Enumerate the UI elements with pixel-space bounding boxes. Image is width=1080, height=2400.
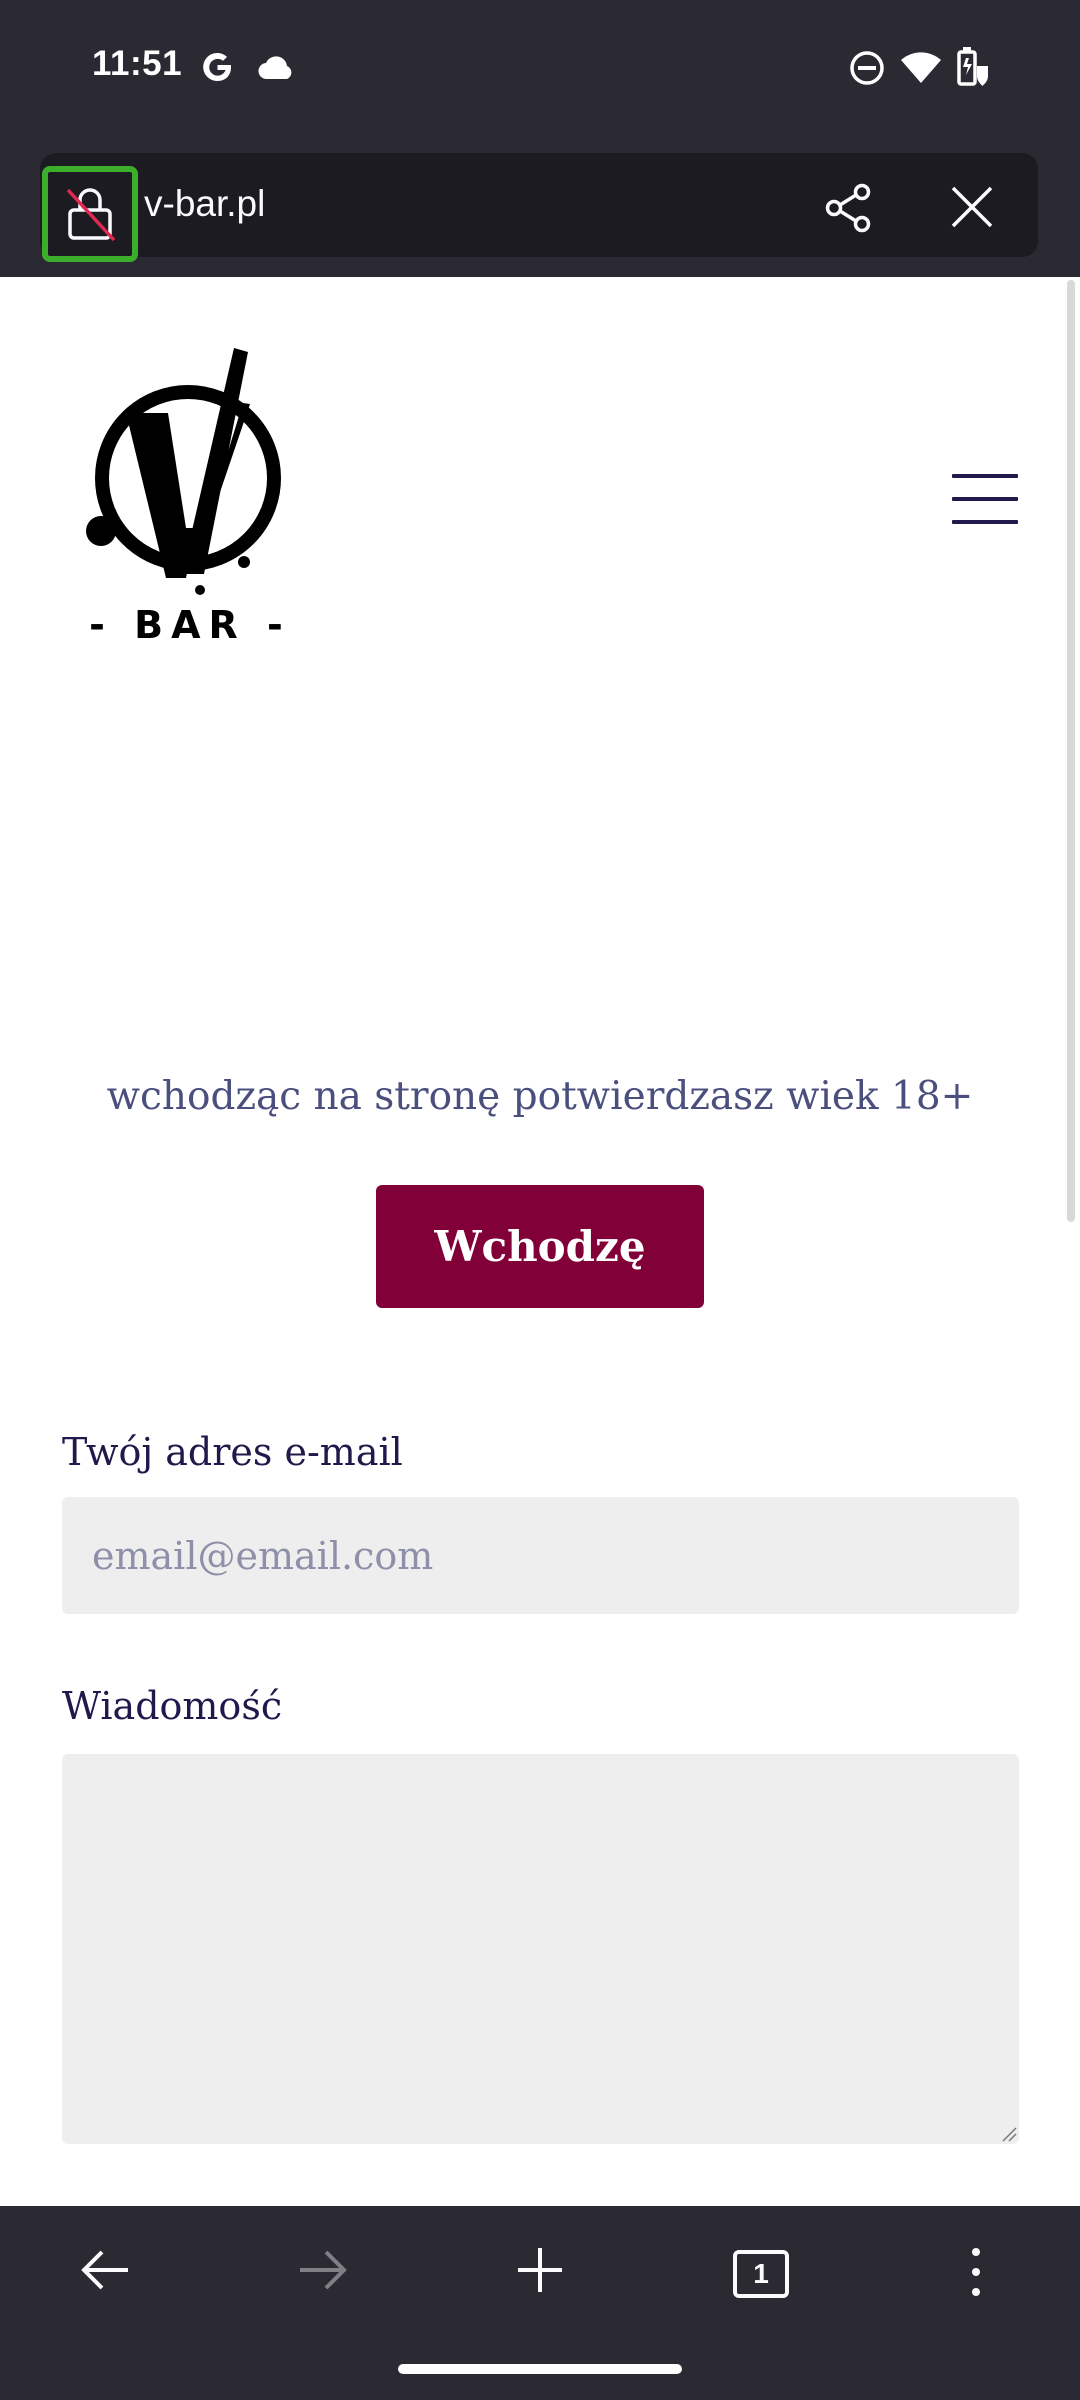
google-icon (203, 53, 231, 82)
plus-icon[interactable] (516, 2246, 564, 2294)
age-notice: wchodząc na stronę potwierdzasz wiek 18+ (106, 1074, 974, 1119)
web-page: - BAR - wchodząc na stronę potwierdzasz … (0, 278, 1080, 2206)
v-bar-logo: - BAR - (86, 348, 291, 647)
status-time: 11:51 (92, 44, 183, 83)
forward-arrow-icon[interactable] (296, 2246, 348, 2294)
message-textarea[interactable] (62, 1754, 1019, 2144)
logo-text: - BAR - (89, 603, 291, 647)
status-bar: 11:51 (0, 0, 1080, 140)
hamburger-menu-icon[interactable] (952, 474, 1018, 524)
url-bar[interactable]: v-bar.pl (40, 153, 1038, 262)
close-icon[interactable] (948, 183, 996, 231)
tab-counter-button[interactable]: 1 (733, 2250, 789, 2298)
email-label: Twój adres e-mail (62, 1430, 403, 1474)
do-not-disturb-icon (850, 51, 884, 85)
more-vertical-icon[interactable] (965, 2246, 987, 2298)
home-indicator[interactable] (398, 2364, 682, 2374)
share-icon[interactable] (822, 183, 876, 233)
message-label: Wiadomość (62, 1684, 283, 1728)
email-placeholder: email@email.com (92, 1533, 434, 1578)
insecure-lock-icon (66, 188, 116, 242)
cloud-icon (258, 56, 292, 80)
email-field[interactable]: email@email.com (62, 1497, 1019, 1614)
resize-grip-icon[interactable] (1001, 2126, 1017, 2142)
url-text[interactable]: v-bar.pl (144, 183, 265, 225)
browser-toolbar: v-bar.pl (0, 140, 1080, 418)
site-security-button[interactable] (42, 166, 138, 262)
battery-saver-icon (957, 47, 988, 86)
bottom-navigation-bar: 1 (0, 2206, 1080, 2400)
back-arrow-icon[interactable] (80, 2246, 132, 2294)
enter-button[interactable]: Wchodzę (376, 1185, 704, 1308)
wifi-icon (901, 52, 941, 83)
